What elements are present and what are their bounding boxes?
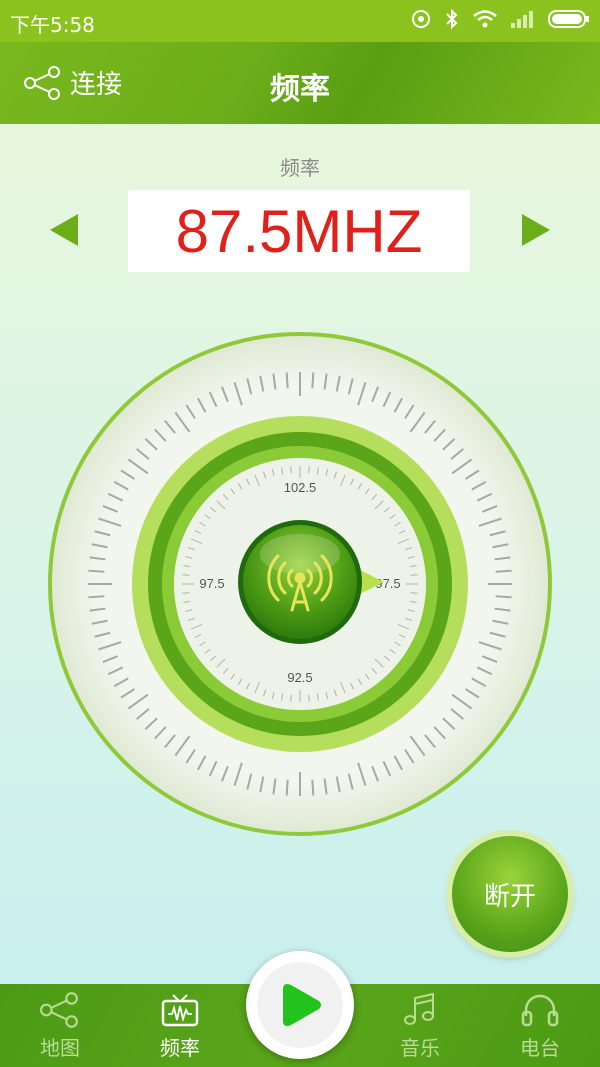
frequency-display: 87.5MHZ [128,190,470,272]
play-icon [283,984,321,1026]
signal-icon [511,11,533,28]
disconnect-label: 断开 [483,881,536,912]
frequency-value: 87.5MHZ [175,197,423,265]
tick-label-top: 102.5 [284,480,317,495]
dial-tick [495,595,512,599]
nav-item-radio[interactable]: 电台 [480,984,600,1067]
nav-item-music[interactable]: 音乐 [360,984,480,1067]
nav-label-radio: 电台 [520,1036,560,1060]
dial-tick [410,574,418,576]
dial-tick [290,694,292,702]
status-time: 下午5:58 [10,13,95,37]
dial-tick [308,694,310,702]
next-frequency-button[interactable] [522,214,550,246]
frequency-dial[interactable]: 102.5 97.5 97.5 92.5 [48,332,552,836]
dial-tick [311,779,315,796]
dial-tick [88,569,105,573]
tick-label-bottom: 92.5 [287,670,312,685]
headphone-icon [521,994,559,1027]
wifi-icon [473,10,497,28]
dial-tick [88,595,105,599]
tv-icon [161,994,199,1027]
play-button[interactable] [246,951,354,1059]
nav-item-map[interactable]: 地图 [0,984,120,1067]
dial-tick [182,574,190,576]
status-bar: 下午5:58 [0,0,600,42]
dial-tick [290,466,292,474]
dial-tick [410,592,418,594]
music-icon [404,992,434,1025]
nav-item-frequency[interactable]: 频率 [120,984,240,1067]
nav-label-frequency: 频率 [160,1036,200,1060]
disconnect-button[interactable]: 断开 [452,836,568,952]
tick-label-left: 97.5 [199,576,224,591]
bluetooth-icon [446,8,458,30]
status-icons [410,8,590,30]
dial-tick [308,466,310,474]
frequency-label: 频率 [280,156,320,180]
nav-label-music: 音乐 [400,1036,440,1060]
prev-frequency-button[interactable] [50,214,78,246]
sync-icon [412,10,430,28]
page-title: 频率 [270,72,330,107]
share-icon [40,992,78,1028]
nav-label-map: 地图 [40,1036,80,1060]
dial-tick [495,569,512,573]
dial-tick [285,779,289,796]
header: 连接 频率 [0,42,600,124]
dial-tick [182,592,190,594]
dial-tick [285,372,289,389]
dial-tick [311,372,315,389]
battery-icon [548,10,589,28]
